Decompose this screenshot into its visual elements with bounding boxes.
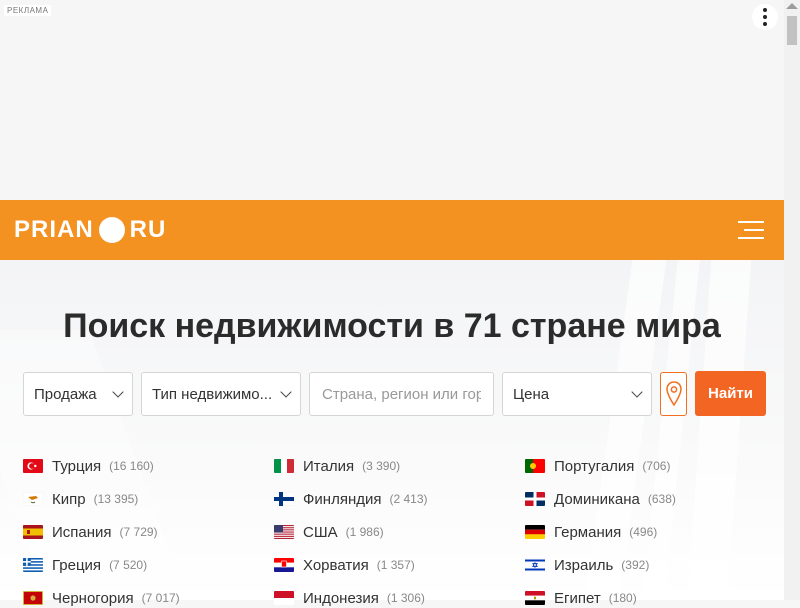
- country-name: Греция: [52, 556, 102, 574]
- map-pin-button[interactable]: [660, 372, 687, 416]
- hamburger-menu-icon[interactable]: [738, 221, 764, 239]
- country-name: Доминикана: [554, 490, 640, 508]
- price-select[interactable]: Цена: [502, 372, 652, 416]
- country-count: (1 986): [345, 525, 384, 539]
- croatia-flag-icon: [274, 558, 294, 572]
- country-count: (13 395): [93, 492, 139, 506]
- location-input[interactable]: [320, 384, 483, 404]
- country-link-portugal[interactable]: Португалия (706): [525, 456, 670, 476]
- country-link-croatia[interactable]: Хорватия (1 357): [274, 555, 415, 575]
- dominican-flag-icon: [525, 492, 545, 506]
- country-link-cyprus[interactable]: Кипр (13 395): [23, 489, 138, 509]
- map-pin-icon: [665, 381, 682, 407]
- country-link-montenegro[interactable]: Черногория (7 017): [23, 588, 180, 608]
- country-count: (706): [642, 459, 671, 473]
- country-count: (7 520): [109, 558, 148, 572]
- country-link-dominican[interactable]: Доминикана (638): [525, 489, 676, 509]
- scrollbar-thumb[interactable]: [787, 16, 797, 45]
- country-count: (180): [608, 591, 637, 605]
- deal-type-select[interactable]: Продажа: [23, 372, 133, 416]
- ad-more-options-icon[interactable]: [752, 4, 778, 30]
- country-name: Кипр: [52, 490, 86, 508]
- portugal-flag-icon: [525, 459, 545, 473]
- cyprus-flag-icon: [23, 492, 43, 506]
- country-name: Испания: [52, 523, 112, 541]
- site-header: PRIAN RU: [0, 200, 784, 260]
- ad-label: РЕКЛАМА: [4, 5, 52, 16]
- country-link-israel[interactable]: Израиль (392): [525, 555, 649, 575]
- property-type-select[interactable]: Тип недвижимо...: [141, 372, 301, 416]
- country-name: Италия: [303, 457, 355, 475]
- egypt-flag-icon: [525, 591, 545, 605]
- country-count: (2 413): [389, 492, 428, 506]
- country-count: (638): [647, 492, 676, 506]
- montenegro-flag-icon: [23, 591, 43, 605]
- logo-dot-icon: [98, 217, 125, 243]
- finland-flag-icon: [274, 492, 294, 506]
- spain-flag-icon: [23, 525, 43, 539]
- page-title: Поиск недвижимости в 71 стране мира: [63, 307, 721, 345]
- country-name: Индонезия: [303, 589, 379, 607]
- country-count: (3 390): [362, 459, 401, 473]
- usa-flag-icon: [274, 525, 294, 539]
- israel-flag-icon: [525, 558, 545, 572]
- country-name: Германия: [554, 523, 622, 541]
- country-link-turkey[interactable]: Турция (16 160): [23, 456, 154, 476]
- country-name: Израиль: [554, 556, 614, 574]
- country-name: Португалия: [554, 457, 635, 475]
- country-count: (1 306): [386, 591, 425, 605]
- indonesia-flag-icon: [274, 591, 294, 605]
- chevron-down-icon: [631, 386, 643, 398]
- hero-section: Поиск недвижимости в 71 стране мира Прод…: [0, 260, 784, 600]
- country-link-egypt[interactable]: Египет (180): [525, 588, 637, 608]
- logo-text-right: RU: [129, 216, 167, 243]
- country-link-greece[interactable]: Греция (7 520): [23, 555, 147, 575]
- country-name: Египет: [554, 589, 601, 607]
- country-count: (7 017): [141, 591, 180, 605]
- germany-flag-icon: [525, 525, 545, 539]
- country-name: Финляндия: [303, 490, 382, 508]
- chevron-down-icon: [112, 386, 124, 398]
- page-scrollbar[interactable]: [784, 0, 800, 600]
- turkey-flag-icon: [23, 459, 43, 473]
- country-count: (16 160): [109, 459, 154, 473]
- chevron-down-icon: [280, 386, 292, 398]
- country-name: Хорватия: [303, 556, 369, 574]
- scroll-up-arrow-icon[interactable]: [786, 3, 798, 9]
- country-count: (7 729): [119, 525, 158, 539]
- prian-logo[interactable]: PRIAN RU: [14, 216, 167, 243]
- country-name: Черногория: [52, 589, 134, 607]
- country-link-italy[interactable]: Италия (3 390): [274, 456, 400, 476]
- country-link-indonesia[interactable]: Индонезия (1 306): [274, 588, 425, 608]
- country-count: (392): [621, 558, 650, 572]
- country-name: США: [303, 523, 338, 541]
- location-field[interactable]: [309, 372, 494, 416]
- country-count: (1 357): [376, 558, 415, 572]
- country-name: Турция: [52, 457, 102, 475]
- country-link-finland[interactable]: Финляндия (2 413): [274, 489, 428, 509]
- find-button[interactable]: Найти: [695, 371, 766, 416]
- italy-flag-icon: [274, 459, 294, 473]
- country-count: (496): [629, 525, 658, 539]
- logo-text-left: PRIAN: [14, 216, 94, 243]
- country-link-usa[interactable]: США (1 986): [274, 522, 384, 542]
- country-link-spain[interactable]: Испания (7 729): [23, 522, 158, 542]
- ad-banner[interactable]: РЕКЛАМА: [0, 0, 784, 200]
- property-type-value: Тип недвижимо...: [152, 385, 273, 403]
- price-value: Цена: [513, 385, 550, 403]
- country-link-germany[interactable]: Германия (496): [525, 522, 657, 542]
- deal-type-value: Продажа: [34, 385, 97, 403]
- greece-flag-icon: [23, 558, 43, 572]
